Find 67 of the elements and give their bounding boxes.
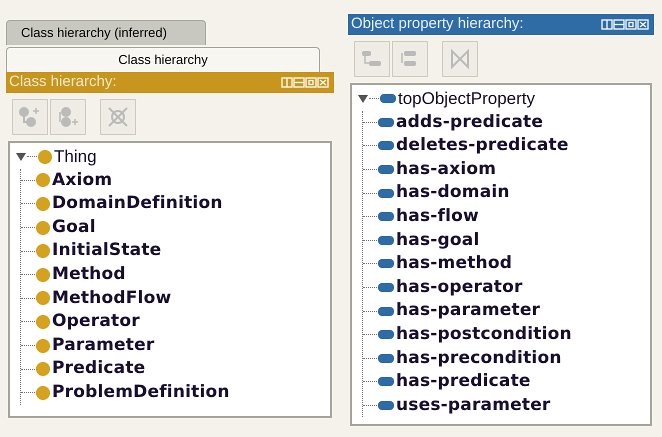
- tree-item[interactable]: Axiom: [52, 168, 112, 194]
- add-sibling-button[interactable]: [50, 99, 86, 135]
- tree-item[interactable]: has-predicate: [396, 369, 531, 395]
- window-controls-icon[interactable]: [281, 77, 331, 88]
- class-icon: [38, 150, 52, 164]
- property-icon: [378, 283, 394, 292]
- view-title: Object property hierarchy:: [351, 14, 524, 34]
- tree-item[interactable]: has-parameter: [396, 298, 540, 324]
- class-icon: [36, 268, 50, 282]
- add-sibling-property-button[interactable]: [392, 41, 428, 77]
- tree-item[interactable]: Parameter: [52, 332, 154, 358]
- tree-item[interactable]: has-precondition: [396, 346, 562, 372]
- delete-icon: [106, 106, 130, 128]
- delete-class-button[interactable]: [100, 99, 136, 135]
- class-icon: [36, 173, 50, 188]
- tree-item[interactable]: uses-parameter: [396, 392, 551, 418]
- view-title: Class hierarchy:: [9, 72, 117, 92]
- tree-item[interactable]: has-goal: [396, 228, 480, 254]
- add-subclass-button[interactable]: [12, 99, 48, 135]
- class-icon: [36, 220, 50, 235]
- property-icon: [378, 354, 394, 363]
- property-icon: [378, 236, 394, 245]
- tree-item[interactable]: Operator: [52, 309, 140, 335]
- tree-item[interactable]: has-method: [396, 251, 512, 277]
- add-subclass-icon: [18, 106, 42, 128]
- class-icon: [36, 314, 50, 329]
- add-sub-property-button[interactable]: [354, 41, 390, 77]
- delete-property-button[interactable]: [442, 41, 478, 77]
- tree-item[interactable]: adds-predicate: [396, 110, 544, 136]
- property-icon: [378, 118, 394, 127]
- property-icon: [378, 330, 394, 340]
- class-icon: [36, 196, 50, 211]
- class-icon: [36, 291, 50, 306]
- class-icon: [36, 338, 50, 353]
- tree-item[interactable]: MethodFlow: [52, 286, 172, 312]
- window-controls-icon[interactable]: [601, 19, 651, 30]
- expanded-triangle-icon[interactable]: [16, 152, 26, 162]
- tree-item[interactable]: Method: [52, 262, 126, 288]
- tree-item[interactable]: ProblemDefinition: [52, 380, 230, 406]
- tree-item[interactable]: DomainDefinition: [52, 191, 223, 217]
- delete-icon: [448, 48, 472, 70]
- tab[interactable]: Class hierarchy (inferred): [6, 20, 206, 45]
- property-icon: [378, 401, 394, 410]
- tree-item[interactable]: has-domain: [396, 180, 510, 206]
- property-icon: [378, 188, 394, 198]
- property-icon: [378, 141, 394, 150]
- class-icon: [36, 386, 50, 400]
- class-icon: [36, 244, 50, 258]
- tree-item[interactable]: Goal: [52, 214, 96, 240]
- property-icon: [378, 377, 394, 386]
- tree-item[interactable]: Thing: [54, 144, 97, 170]
- property-icon: [378, 306, 394, 316]
- class-icon: [36, 362, 50, 376]
- tab[interactable]: Class hierarchy: [6, 47, 320, 72]
- tree-item[interactable]: InitialState: [52, 238, 162, 264]
- property-icon: [378, 165, 394, 174]
- property-icon: [378, 259, 394, 268]
- tree-item[interactable]: topObjectProperty: [398, 86, 536, 112]
- tree-item[interactable]: deletes-predicate: [396, 133, 569, 159]
- tree-item[interactable]: has-axiom: [396, 156, 496, 182]
- expanded-triangle-icon[interactable]: [358, 94, 368, 104]
- tree-item[interactable]: has-postcondition: [396, 322, 572, 348]
- tree-item[interactable]: Predicate: [52, 356, 146, 382]
- tree-item[interactable]: has-operator: [396, 274, 523, 300]
- tree-item[interactable]: has-flow: [396, 204, 479, 230]
- property-icon: [380, 94, 396, 104]
- property-icon: [378, 212, 394, 222]
